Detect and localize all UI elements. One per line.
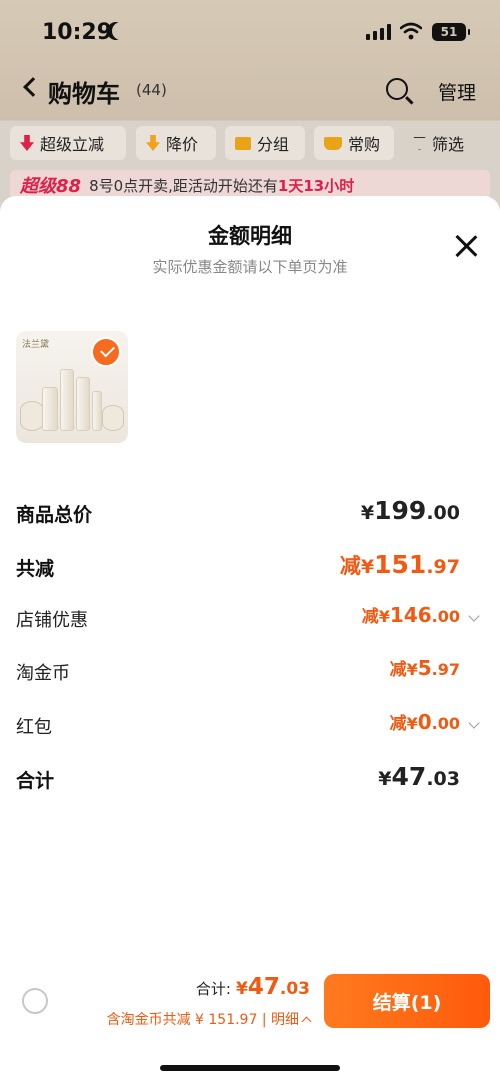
select-all-checkbox[interactable] xyxy=(22,988,48,1014)
amount-integer: 146 xyxy=(389,603,432,627)
filter-chip-label: 降价 xyxy=(166,135,199,154)
search-icon[interactable] xyxy=(386,78,408,100)
product-bottle xyxy=(42,387,58,431)
home-indicator xyxy=(160,1065,340,1071)
funnel-icon xyxy=(413,136,426,150)
currency-symbol: ¥ xyxy=(378,768,392,790)
footer-total: 合计: ¥47.03 xyxy=(196,974,310,1000)
chevron-up-icon xyxy=(301,1016,312,1027)
product-bottle xyxy=(76,377,90,431)
manage-button[interactable]: 管理 xyxy=(438,78,476,105)
row-value: ¥47.03 xyxy=(378,762,460,791)
currency-symbol: ¥ xyxy=(378,607,390,626)
moon-icon xyxy=(112,22,130,40)
sheet-title: 金额明细 xyxy=(208,224,292,248)
savings-text: 含淘金币共减 ¥ 151.97 | 明细 xyxy=(106,1012,299,1028)
product-jar xyxy=(102,405,124,431)
folder-icon xyxy=(235,136,251,150)
checkmark-icon[interactable] xyxy=(91,337,121,367)
product-brand: 法兰黛 xyxy=(22,340,50,350)
back-icon[interactable] xyxy=(23,77,43,97)
close-icon[interactable] xyxy=(454,234,478,258)
row-value: 减¥151.97 xyxy=(340,550,460,580)
row-label: 共减 xyxy=(16,558,55,580)
filter-chips: 超级立减 降价 分组 常购 筛选 xyxy=(10,126,490,162)
amount-decimal: .00 xyxy=(431,607,460,626)
status-bar: 10:29 51 xyxy=(0,0,500,66)
filter-chip-frequent[interactable]: 常购 xyxy=(314,126,394,160)
wifi-icon xyxy=(400,22,422,40)
discount-prefix: 减 xyxy=(389,660,407,680)
filter-chip-label: 常购 xyxy=(348,135,381,154)
filter-chip-label: 筛选 xyxy=(432,135,465,154)
promo-text: 8号0点开卖,距活动开始还有 xyxy=(89,176,278,195)
product-bottle xyxy=(92,391,102,431)
promo-countdown: 1天13小时 xyxy=(277,176,355,195)
row-value: ¥199.00 xyxy=(361,496,460,525)
total-decimal: .03 xyxy=(279,979,310,999)
amount-decimal: .00 xyxy=(426,502,460,524)
page-title: 购物车 xyxy=(48,80,120,108)
row-label: 店铺优惠 xyxy=(16,610,88,631)
row-label: 淘金币 xyxy=(16,663,70,684)
row-value: 减¥5.97 xyxy=(390,655,460,680)
currency-symbol: ¥ xyxy=(406,714,418,733)
savings-detail-link[interactable]: 含淘金币共减 ¥ 151.97 | 明细 xyxy=(106,1009,312,1029)
row-total-discount: 共减 减¥151.97 xyxy=(16,548,484,588)
row-subtotal: 商品总价 ¥199.00 xyxy=(16,494,484,534)
currency-symbol: ¥ xyxy=(360,502,375,524)
discount-prefix: 减 xyxy=(339,554,361,578)
cart-count: (44) xyxy=(136,81,167,99)
filter-chip-group[interactable]: 分组 xyxy=(225,126,305,160)
cart-nav-bar: 购物车 (44) 管理 xyxy=(0,66,500,116)
total-integer: 47 xyxy=(247,974,280,1000)
total-label: 合计: xyxy=(195,980,231,998)
filter-chip-label: 超级立减 xyxy=(40,135,105,154)
down-arrow-icon xyxy=(20,135,34,151)
row-value: 减¥146.00 xyxy=(362,602,460,627)
amount-integer: 0 xyxy=(417,710,432,734)
row-label: 商品总价 xyxy=(16,504,93,526)
row-value: 减¥0.00 xyxy=(390,709,460,734)
cart-icon xyxy=(324,136,342,150)
row-label: 合计 xyxy=(16,770,55,792)
discount-prefix: 减 xyxy=(361,607,379,627)
amount-decimal: .00 xyxy=(431,714,460,733)
currency-symbol: ¥ xyxy=(360,556,375,578)
price-detail-sheet: 金额明细 实际优惠金额请以下单页为准 法兰黛 商品总价 ¥199.00 共减 减… xyxy=(0,196,500,1082)
cellular-signal-icon xyxy=(366,24,392,40)
product-jar xyxy=(20,401,44,431)
amount-integer: 199 xyxy=(374,496,427,525)
chevron-down-icon[interactable] xyxy=(468,610,480,622)
discount-prefix: 减 xyxy=(389,714,407,734)
currency-symbol: ¥ xyxy=(236,979,248,999)
down-arrow-icon xyxy=(146,135,160,151)
amount-integer: 151 xyxy=(374,550,427,579)
filter-chip-filter[interactable]: 筛选 xyxy=(403,126,489,160)
checkout-button[interactable]: 结算(1) xyxy=(324,974,490,1028)
promo-logo: 超级88 xyxy=(20,176,82,197)
battery-icon: 51 xyxy=(432,23,470,41)
row-taojinbi: 淘金币 减¥5.97 xyxy=(16,653,484,693)
row-store-discount[interactable]: 店铺优惠 减¥146.00 xyxy=(16,600,484,640)
chevron-down-icon[interactable] xyxy=(468,717,480,729)
row-red-packet[interactable]: 红包 减¥0.00 xyxy=(16,707,484,747)
sheet-subtitle: 实际优惠金额请以下单页为准 xyxy=(152,258,348,276)
currency-symbol: ¥ xyxy=(406,660,418,679)
amount-decimal: .03 xyxy=(426,768,460,790)
filter-chip-price-drop[interactable]: 降价 xyxy=(136,126,216,160)
amount-decimal: .97 xyxy=(426,556,460,578)
status-time: 10:29 xyxy=(42,20,113,45)
product-bottle xyxy=(60,369,74,431)
filter-chip-super-discount[interactable]: 超级立减 xyxy=(10,126,126,160)
checkout-bar: 合计: ¥47.03 含淘金币共减 ¥ 151.97 | 明细 结算(1) xyxy=(0,960,500,1082)
amount-integer: 5 xyxy=(417,656,432,680)
filter-chip-label: 分组 xyxy=(257,135,290,154)
row-label: 红包 xyxy=(16,717,52,738)
row-grand-total: 合计 ¥47.03 xyxy=(16,760,484,800)
amount-decimal: .97 xyxy=(431,660,460,679)
amount-integer: 47 xyxy=(391,762,427,791)
